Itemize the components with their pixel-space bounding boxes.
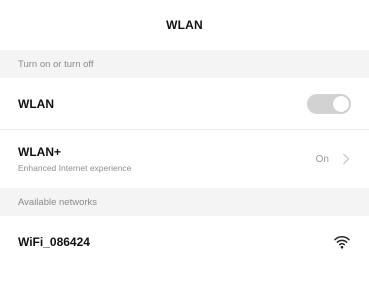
wlan-settings-screen: WLAN Turn on or turn off WLAN WLAN+ Enha… bbox=[0, 0, 369, 285]
wlan-toggle-switch[interactable] bbox=[307, 93, 351, 114]
wlan-plus-subtitle: Enhanced Internet experience bbox=[18, 163, 132, 173]
wlan-toggle-row[interactable]: WLAN bbox=[0, 78, 369, 130]
section-header-toggle: Turn on or turn off bbox=[0, 50, 369, 78]
section-header-label: Available networks bbox=[18, 196, 98, 208]
wlan-plus-label: WLAN+ bbox=[18, 145, 61, 159]
network-list-item[interactable]: WiFi_086424 bbox=[0, 216, 369, 268]
wifi-signal-icon bbox=[333, 234, 351, 250]
toggle-knob bbox=[333, 95, 349, 112]
wlan-plus-value-group: On bbox=[316, 152, 351, 166]
wlan-label: WLAN bbox=[18, 96, 54, 111]
chevron-right-icon bbox=[341, 152, 351, 166]
page-title-bar: WLAN bbox=[0, 0, 369, 50]
page-title: WLAN bbox=[166, 18, 203, 32]
section-header-label: Turn on or turn off bbox=[18, 58, 94, 70]
wlan-plus-row[interactable]: WLAN+ Enhanced Internet experience On bbox=[0, 130, 369, 188]
network-ssid: WiFi_086424 bbox=[18, 235, 90, 249]
wlan-plus-text: WLAN+ Enhanced Internet experience bbox=[18, 145, 131, 173]
section-header-networks: Available networks bbox=[0, 188, 369, 216]
wlan-plus-value: On bbox=[315, 153, 329, 165]
